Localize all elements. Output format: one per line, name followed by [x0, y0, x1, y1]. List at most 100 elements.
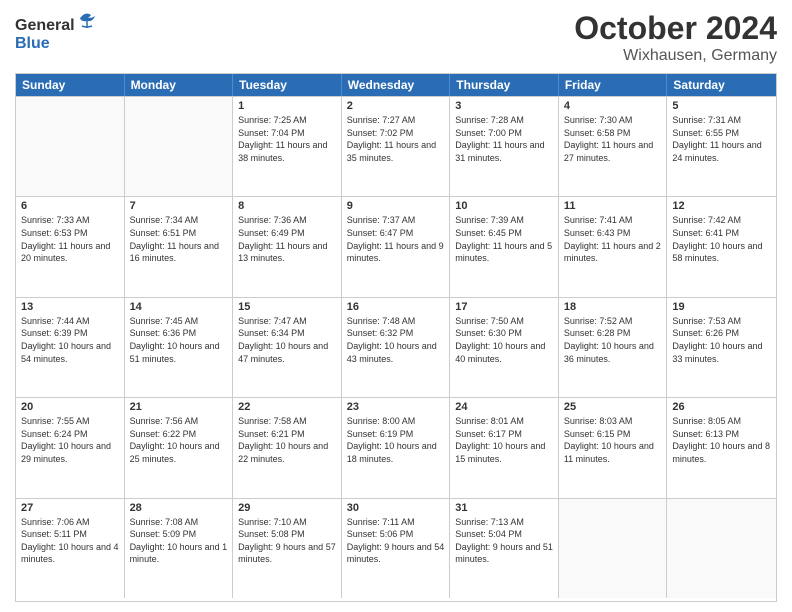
calendar-cell: 12Sunrise: 7:42 AM Sunset: 6:41 PM Dayli…: [667, 197, 776, 296]
calendar-week-1: 1Sunrise: 7:25 AM Sunset: 7:04 PM Daylig…: [16, 96, 776, 196]
calendar-cell: 31 Sunrise: 7:13 AM Sunset: 5:04 PM Dayli…: [450, 499, 559, 598]
day-info: Sunrise: 7:28 AM Sunset: 7:00 PM Dayligh…: [455, 114, 553, 164]
calendar-cell: [16, 97, 125, 196]
day-info: Sunrise: 7:37 AM Sunset: 6:47 PM Dayligh…: [347, 214, 445, 264]
calendar-cell: 25 Sunrise: 8:03 AM Sunset: 6:15 PM Dayli…: [559, 398, 668, 497]
day-info: Sunrise: 7:33 AM Sunset: 6:53 PM Dayligh…: [21, 214, 119, 264]
header-wednesday: Wednesday: [342, 74, 451, 96]
day-number: 2: [347, 100, 445, 112]
day-number: 19: [672, 301, 771, 313]
header-friday: Friday: [559, 74, 668, 96]
day-number: 22: [238, 401, 336, 413]
calendar-cell: [559, 499, 668, 598]
day-number: 15: [238, 301, 336, 313]
day-number: 5: [672, 100, 771, 112]
calendar-body: 1Sunrise: 7:25 AM Sunset: 7:04 PM Daylig…: [16, 96, 776, 598]
day-number: 31: [455, 502, 553, 514]
header-saturday: Saturday: [667, 74, 776, 96]
day-info: Sunrise: 7:48 AM Sunset: 6:32 PM Dayligh…: [347, 315, 445, 365]
calendar-cell: 23Sunrise: 8:00 AM Sunset: 6:19 PM Dayli…: [342, 398, 451, 497]
calendar-cell: 29 Sunrise: 7:10 AM Sunset: 5:08 PM Dayli…: [233, 499, 342, 598]
calendar-cell: 4Sunrise: 7:30 AM Sunset: 6:58 PM Daylig…: [559, 97, 668, 196]
day-number: 26: [672, 401, 771, 413]
calendar-cell: 24 Sunrise: 8:01 AM Sunset: 6:17 PM Dayli…: [450, 398, 559, 497]
day-number: 14: [130, 301, 228, 313]
day-number: 25: [564, 401, 662, 413]
day-info: Sunrise: 7:10 AM Sunset: 5:08 PM Dayligh…: [238, 516, 336, 566]
day-number: 27: [21, 502, 119, 514]
day-info: Sunrise: 7:11 AM Sunset: 5:06 PM Dayligh…: [347, 516, 445, 566]
calendar-cell: 14 Sunrise: 7:45 AM Sunset: 6:36 PM Dayli…: [125, 298, 234, 397]
day-info: Sunrise: 8:00 AM Sunset: 6:19 PM Dayligh…: [347, 415, 445, 465]
day-number: 8: [238, 200, 336, 212]
header-tuesday: Tuesday: [233, 74, 342, 96]
day-info: Sunrise: 7:58 AM Sunset: 6:21 PM Dayligh…: [238, 415, 336, 465]
day-info: Sunrise: 7:08 AM Sunset: 5:09 PM Dayligh…: [130, 516, 228, 566]
calendar-cell: 5 Sunrise: 7:31 AM Sunset: 6:55 PM Daylig…: [667, 97, 776, 196]
calendar-week-3: 13 Sunrise: 7:44 AM Sunset: 6:39 PM Dayli…: [16, 297, 776, 397]
day-number: 13: [21, 301, 119, 313]
calendar-week-5: 27 Sunrise: 7:06 AM Sunset: 5:11 PM Dayli…: [16, 498, 776, 598]
day-number: 10: [455, 200, 553, 212]
calendar-cell: 18 Sunrise: 7:52 AM Sunset: 6:28 PM Dayli…: [559, 298, 668, 397]
day-number: 3: [455, 100, 553, 112]
calendar-cell: 8 Sunrise: 7:36 AM Sunset: 6:49 PM Daylig…: [233, 197, 342, 296]
header-monday: Monday: [125, 74, 234, 96]
calendar-cell: 20Sunrise: 7:55 AM Sunset: 6:24 PM Dayli…: [16, 398, 125, 497]
calendar-cell: 17 Sunrise: 7:50 AM Sunset: 6:30 PM Dayli…: [450, 298, 559, 397]
header-sunday: Sunday: [16, 74, 125, 96]
day-number: 29: [238, 502, 336, 514]
day-number: 20: [21, 401, 119, 413]
logo-svg: General Blue: [15, 10, 105, 55]
calendar-week-2: 6Sunrise: 7:33 AM Sunset: 6:53 PM Daylig…: [16, 196, 776, 296]
day-info: Sunrise: 7:50 AM Sunset: 6:30 PM Dayligh…: [455, 315, 553, 365]
day-info: Sunrise: 7:06 AM Sunset: 5:11 PM Dayligh…: [21, 516, 119, 566]
calendar-cell: 16 Sunrise: 7:48 AM Sunset: 6:32 PM Dayli…: [342, 298, 451, 397]
day-info: Sunrise: 7:36 AM Sunset: 6:49 PM Dayligh…: [238, 214, 336, 264]
day-info: Sunrise: 8:01 AM Sunset: 6:17 PM Dayligh…: [455, 415, 553, 465]
day-info: Sunrise: 7:45 AM Sunset: 6:36 PM Dayligh…: [130, 315, 228, 365]
calendar-week-4: 20Sunrise: 7:55 AM Sunset: 6:24 PM Dayli…: [16, 397, 776, 497]
day-info: Sunrise: 7:30 AM Sunset: 6:58 PM Dayligh…: [564, 114, 662, 164]
day-info: Sunrise: 7:56 AM Sunset: 6:22 PM Dayligh…: [130, 415, 228, 465]
svg-text:General: General: [15, 17, 75, 34]
day-info: Sunrise: 7:13 AM Sunset: 5:04 PM Dayligh…: [455, 516, 553, 566]
day-info: Sunrise: 7:27 AM Sunset: 7:02 PM Dayligh…: [347, 114, 445, 164]
calendar-header: Sunday Monday Tuesday Wednesday Thursday…: [16, 74, 776, 96]
day-number: 24: [455, 401, 553, 413]
day-number: 9: [347, 200, 445, 212]
day-info: Sunrise: 7:25 AM Sunset: 7:04 PM Dayligh…: [238, 114, 336, 164]
day-info: Sunrise: 7:52 AM Sunset: 6:28 PM Dayligh…: [564, 315, 662, 365]
day-number: 16: [347, 301, 445, 313]
calendar-cell: 26 Sunrise: 8:05 AM Sunset: 6:13 PM Dayli…: [667, 398, 776, 497]
calendar-cell: 21 Sunrise: 7:56 AM Sunset: 6:22 PM Dayli…: [125, 398, 234, 497]
calendar-cell: [667, 499, 776, 598]
calendar-cell: 10Sunrise: 7:39 AM Sunset: 6:45 PM Dayli…: [450, 197, 559, 296]
day-info: Sunrise: 8:03 AM Sunset: 6:15 PM Dayligh…: [564, 415, 662, 465]
calendar-cell: 15Sunrise: 7:47 AM Sunset: 6:34 PM Dayli…: [233, 298, 342, 397]
day-info: Sunrise: 7:34 AM Sunset: 6:51 PM Dayligh…: [130, 214, 228, 264]
calendar-cell: 22 Sunrise: 7:58 AM Sunset: 6:21 PM Dayli…: [233, 398, 342, 497]
day-info: Sunrise: 7:31 AM Sunset: 6:55 PM Dayligh…: [672, 114, 771, 164]
calendar-cell: [125, 97, 234, 196]
day-number: 17: [455, 301, 553, 313]
calendar-cell: 1Sunrise: 7:25 AM Sunset: 7:04 PM Daylig…: [233, 97, 342, 196]
svg-text:Blue: Blue: [15, 35, 50, 52]
day-number: 21: [130, 401, 228, 413]
location-title: Wixhausen, Germany: [574, 47, 777, 65]
day-info: Sunrise: 7:44 AM Sunset: 6:39 PM Dayligh…: [21, 315, 119, 365]
calendar-cell: 7Sunrise: 7:34 AM Sunset: 6:51 PM Daylig…: [125, 197, 234, 296]
logo: General Blue: [15, 10, 105, 55]
header: General Blue October 2024 Wixhausen, Ger…: [15, 10, 777, 65]
calendar: Sunday Monday Tuesday Wednesday Thursday…: [15, 73, 777, 602]
day-info: Sunrise: 8:05 AM Sunset: 6:13 PM Dayligh…: [672, 415, 771, 465]
calendar-cell: 9 Sunrise: 7:37 AM Sunset: 6:47 PM Daylig…: [342, 197, 451, 296]
calendar-cell: 30Sunrise: 7:11 AM Sunset: 5:06 PM Dayli…: [342, 499, 451, 598]
title-block: October 2024 Wixhausen, Germany: [574, 10, 777, 65]
day-info: Sunrise: 7:53 AM Sunset: 6:26 PM Dayligh…: [672, 315, 771, 365]
day-number: 18: [564, 301, 662, 313]
month-title: October 2024: [574, 10, 777, 47]
page: General Blue October 2024 Wixhausen, Ger…: [0, 0, 792, 612]
day-info: Sunrise: 7:42 AM Sunset: 6:41 PM Dayligh…: [672, 214, 771, 264]
calendar-cell: 28Sunrise: 7:08 AM Sunset: 5:09 PM Dayli…: [125, 499, 234, 598]
